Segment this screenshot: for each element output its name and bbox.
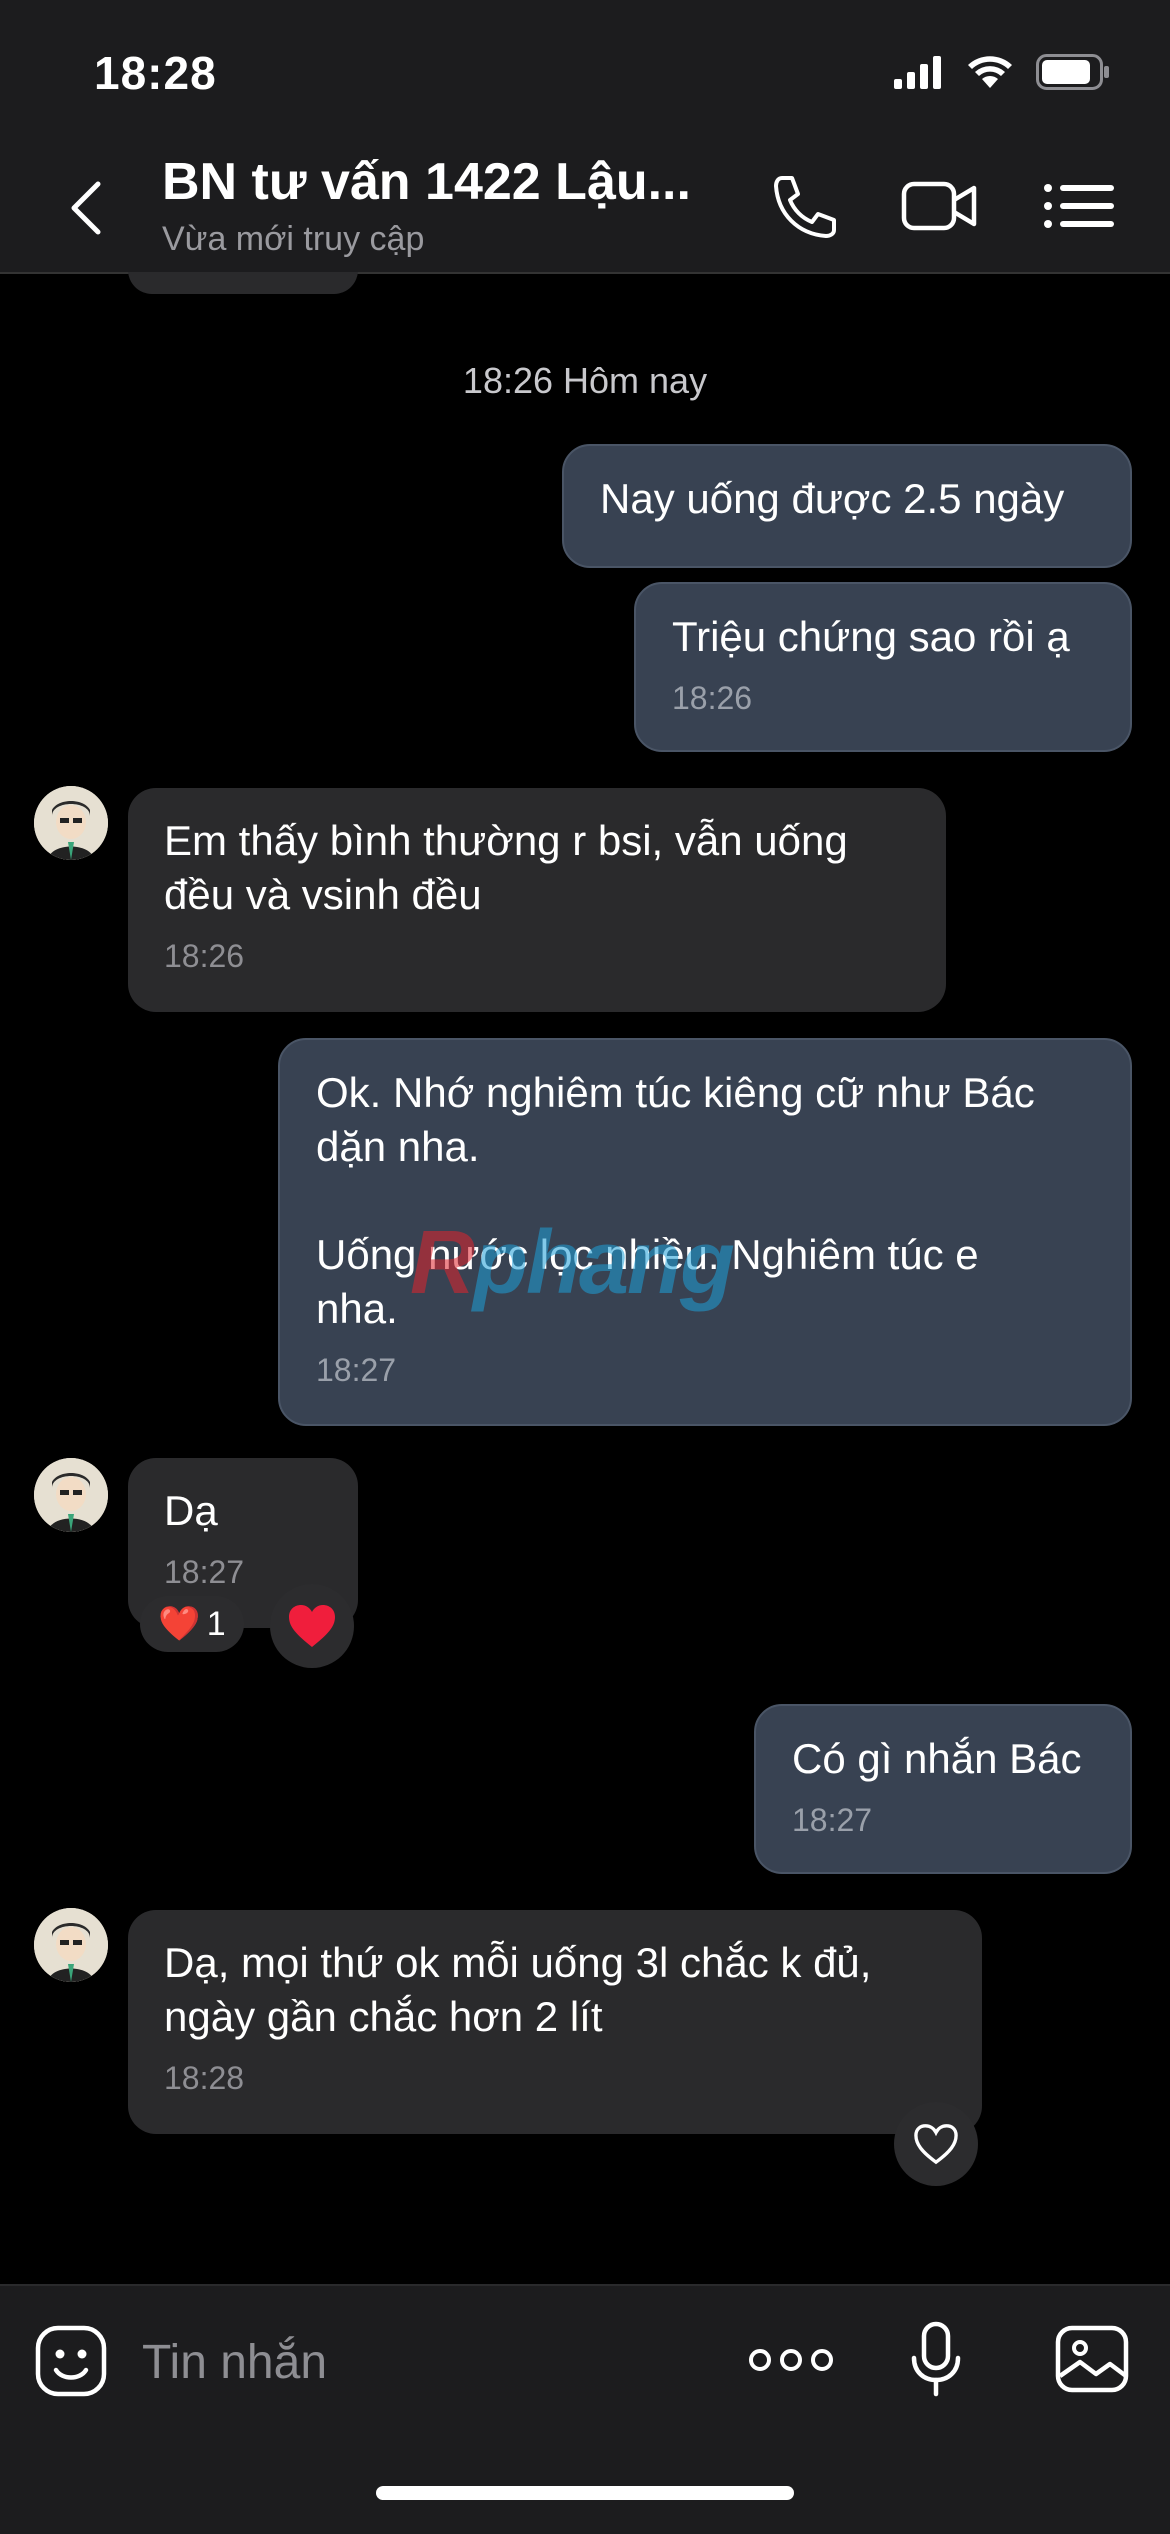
- date-separator: 18:26 Hôm nay: [462, 360, 708, 401]
- message-time: 18:28: [164, 2060, 245, 2096]
- message-text: Em thấy bình thường r bsi, vẫn uống đều …: [164, 817, 848, 918]
- chevron-left-icon: [71, 181, 101, 235]
- smiley-sticker-icon: [35, 2325, 107, 2397]
- status-time: 18:28: [94, 47, 217, 99]
- reaction-summary[interactable]: ❤️ 1: [140, 1596, 244, 1652]
- avatar[interactable]: [34, 1908, 108, 1982]
- conversation-title[interactable]: BN tư vấn 1422 Lậu...: [162, 152, 691, 212]
- avatar[interactable]: [34, 1458, 108, 1532]
- list-menu-icon: [1044, 184, 1114, 228]
- last-seen-status: Vừa mới truy cập: [162, 220, 425, 258]
- reaction-count: 1: [206, 1604, 226, 1643]
- heart-outline-icon: [914, 2124, 958, 2165]
- status-bar: 18:28: [0, 0, 1170, 140]
- message-input[interactable]: [140, 2326, 704, 2398]
- message-text: Nay uống được 2.5 ngày: [600, 475, 1065, 522]
- microphone-icon: [911, 2321, 961, 2397]
- menu-button[interactable]: [1040, 170, 1120, 242]
- battery-icon: [1036, 54, 1109, 90]
- message-bubble-outgoing[interactable]: Có gì nhắn Bác 18:27: [754, 1704, 1132, 1874]
- message-time: 18:26: [672, 680, 753, 716]
- photo-gallery-button[interactable]: [1054, 2324, 1130, 2399]
- avatar-icon: [34, 1908, 108, 1982]
- react-heart-button[interactable]: [270, 1584, 354, 1668]
- watermark-rest: phang: [473, 1213, 735, 1313]
- voice-message-button[interactable]: [906, 2320, 966, 2405]
- more-options-button[interactable]: [748, 2342, 834, 2383]
- message-bubble-incoming[interactable]: Em thấy bình thường r bsi, vẫn uống đều …: [128, 788, 946, 1012]
- message-text: Có gì nhắn Bác: [792, 1735, 1082, 1782]
- message-time: 18:26: [164, 938, 245, 974]
- avatar[interactable]: [34, 786, 108, 860]
- message-bubble-outgoing[interactable]: Nay uống được 2.5 ngày: [562, 444, 1132, 568]
- message-time: 18:27: [792, 1802, 873, 1838]
- watermark-logo: Rphang: [410, 1212, 735, 1315]
- heart-filled-icon: [289, 1605, 335, 1647]
- video-call-button[interactable]: [900, 170, 980, 242]
- video-camera-icon: [901, 181, 977, 231]
- react-heart-button[interactable]: [894, 2102, 978, 2186]
- sticker-button[interactable]: [34, 2324, 108, 2403]
- message-list[interactable]: 18:26 Hôm nay Nay uống được 2.5 ngày Tri…: [0, 272, 1170, 2284]
- home-indicator[interactable]: [376, 2486, 794, 2500]
- message-text: Dạ: [164, 1487, 218, 1534]
- chat-header: BN tư vấn 1422 Lậu... Vừa mới truy cập: [0, 140, 1170, 274]
- back-button[interactable]: [62, 178, 112, 238]
- message-text: Triệu chứng sao rồi ạ: [672, 613, 1070, 660]
- message-bubble-outgoing[interactable]: Triệu chứng sao rồi ạ 18:26: [634, 582, 1132, 752]
- message-text: Dạ, mọi thứ ok mỗi uống 3l chắc k đủ, ng…: [164, 1939, 872, 2040]
- status-icons: [894, 54, 1110, 90]
- cellular-signal-icon: [894, 56, 941, 89]
- avatar-icon: [34, 1458, 108, 1532]
- heart-reaction-icon: ❤️: [158, 1605, 201, 1643]
- phone-icon: [774, 176, 836, 238]
- watermark-r: R: [410, 1213, 475, 1313]
- image-icon: [1055, 2325, 1129, 2393]
- more-dots-icon: [749, 2349, 833, 2371]
- message-bubble-incoming[interactable]: Dạ, mọi thứ ok mỗi uống 3l chắc k đủ, ng…: [128, 1910, 982, 2134]
- voice-call-button[interactable]: [762, 170, 842, 242]
- previous-message-bubble[interactable]: [128, 272, 358, 294]
- wifi-icon: [968, 56, 1012, 88]
- message-time: 18:27: [316, 1352, 397, 1388]
- avatar-icon: [34, 786, 108, 860]
